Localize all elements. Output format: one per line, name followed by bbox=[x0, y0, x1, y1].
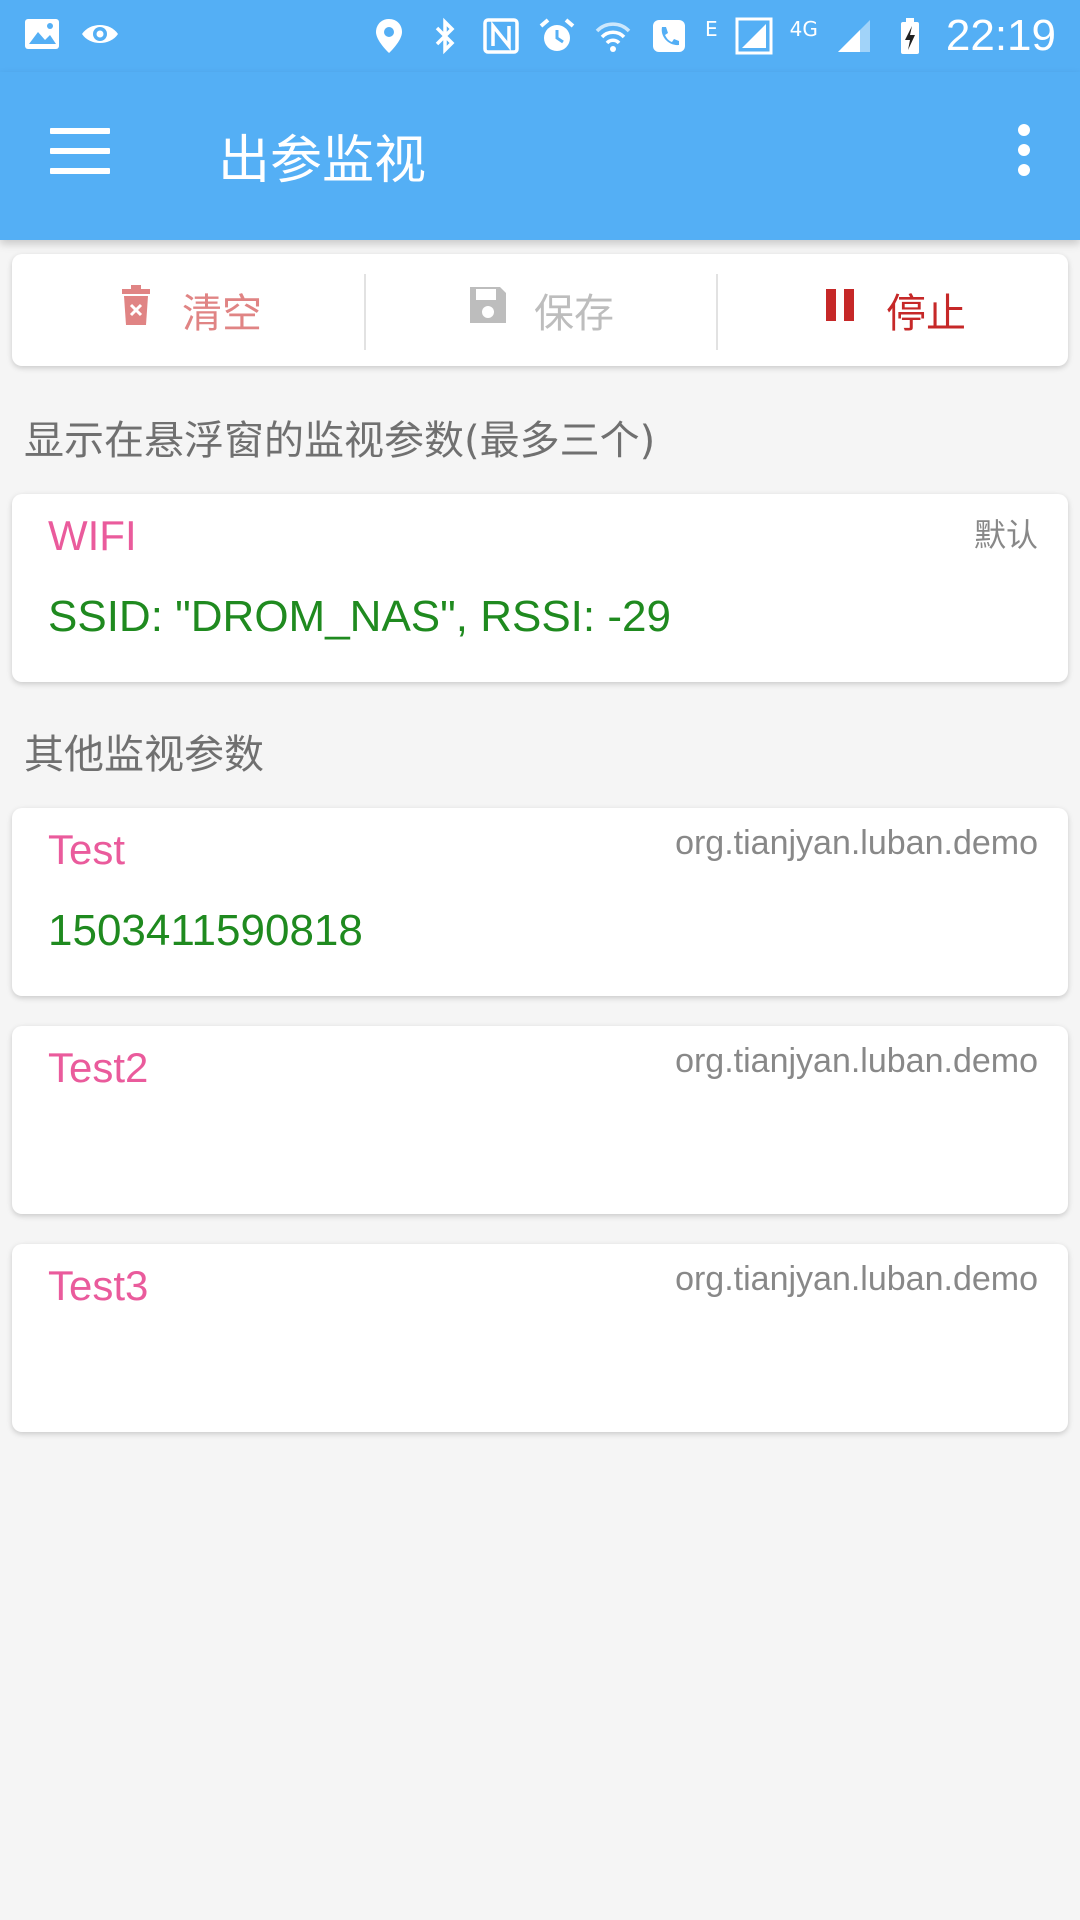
network-4g-label: 4G bbox=[789, 17, 818, 41]
eye-icon bbox=[80, 14, 120, 54]
stop-button[interactable]: 停止 bbox=[716, 254, 1068, 366]
clear-label: 清空 bbox=[182, 291, 262, 337]
param-tag: org.tianjyan.luban.demo bbox=[675, 824, 1038, 862]
wifi-icon bbox=[593, 16, 633, 56]
param-name: Test bbox=[48, 826, 126, 873]
image-icon bbox=[22, 14, 62, 54]
trash-icon bbox=[114, 283, 158, 337]
param-card-test2[interactable]: Test2 org.tianjyan.luban.demo bbox=[12, 1026, 1068, 1214]
page-title: 出参监视 bbox=[218, 131, 427, 191]
param-tag: org.tianjyan.luban.demo bbox=[675, 1042, 1038, 1080]
pause-icon bbox=[818, 283, 862, 337]
action-bar: 清空 保存 停止 bbox=[12, 254, 1068, 366]
alarm-icon bbox=[537, 16, 577, 56]
status-bar: E 4G 22:19 bbox=[0, 0, 1080, 72]
param-name: Test3 bbox=[48, 1262, 149, 1309]
param-card-test[interactable]: Test org.tianjyan.luban.demo 15034115908… bbox=[12, 808, 1068, 996]
network-e-label: E bbox=[705, 17, 718, 41]
param-value: SSID: "DROM_NAS", RSSI: -29 bbox=[48, 592, 671, 641]
other-section-label: 其他监视参数 bbox=[24, 732, 264, 778]
param-tag: 默认 bbox=[973, 516, 1038, 554]
param-value: 1503411590818 bbox=[48, 906, 363, 955]
signal-icon-2 bbox=[834, 16, 874, 56]
hamburger-menu-icon[interactable] bbox=[50, 128, 110, 178]
floating-section-label: 显示在悬浮窗的监视参数(最多三个) bbox=[24, 418, 656, 464]
call-icon bbox=[649, 16, 689, 56]
floppy-disk-icon bbox=[466, 283, 510, 337]
battery-charging-icon bbox=[890, 16, 930, 56]
stop-label: 停止 bbox=[886, 291, 966, 337]
more-vert-icon[interactable] bbox=[1012, 124, 1036, 184]
param-tag: org.tianjyan.luban.demo bbox=[675, 1260, 1038, 1298]
signal-icon bbox=[734, 16, 774, 56]
save-label: 保存 bbox=[534, 291, 614, 337]
nfc-icon bbox=[481, 16, 521, 56]
clear-button[interactable]: 清空 bbox=[12, 254, 364, 366]
param-name: Test2 bbox=[48, 1044, 149, 1091]
param-card-test3[interactable]: Test3 org.tianjyan.luban.demo bbox=[12, 1244, 1068, 1432]
save-button[interactable]: 保存 bbox=[364, 254, 716, 366]
location-icon bbox=[369, 16, 409, 56]
param-card-wifi[interactable]: WIFI 默认 SSID: "DROM_NAS", RSSI: -29 bbox=[12, 494, 1068, 682]
bluetooth-icon bbox=[425, 16, 465, 56]
app-toolbar: 出参监视 bbox=[0, 72, 1080, 240]
clock: 22:19 bbox=[945, 11, 1056, 60]
param-name: WIFI bbox=[48, 512, 137, 559]
